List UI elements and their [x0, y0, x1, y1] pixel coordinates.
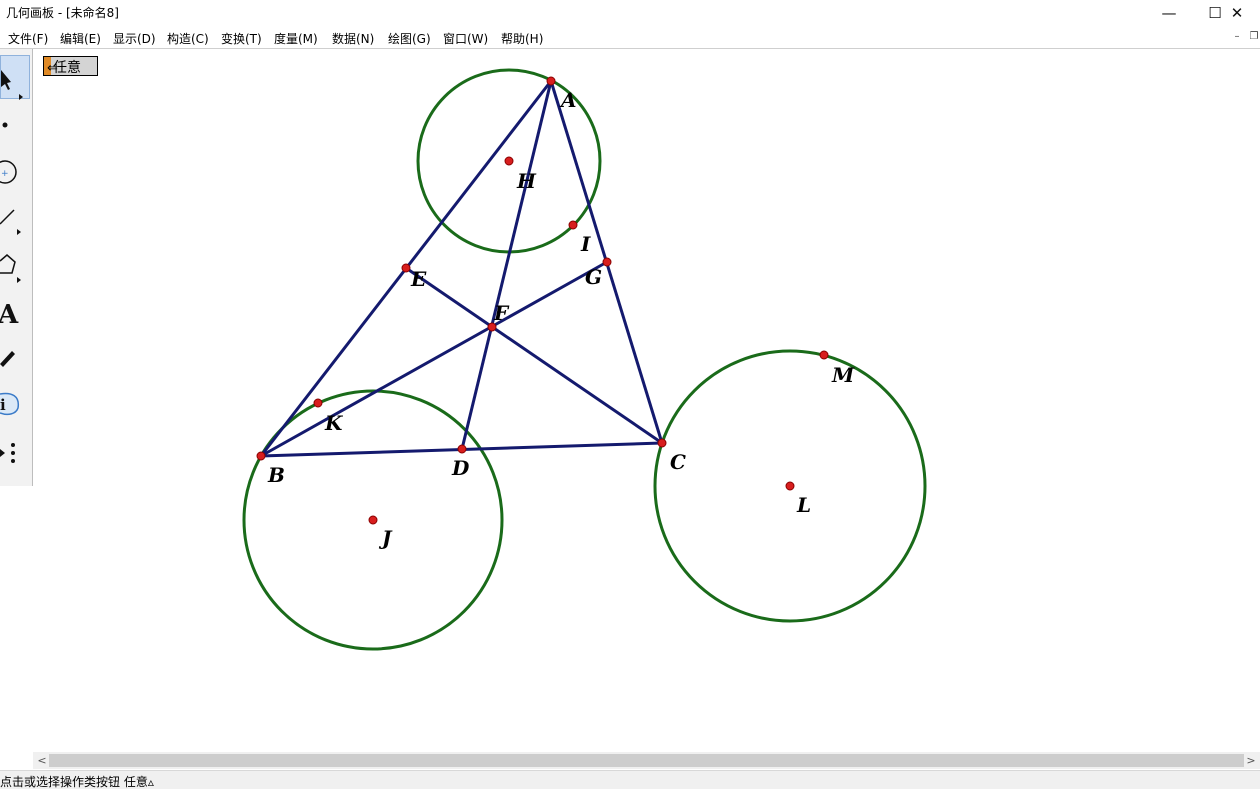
menu-window[interactable]: 窗口(W)	[443, 30, 488, 47]
mdi-restore-button[interactable]: ❐	[1247, 30, 1260, 44]
point-j[interactable]	[368, 515, 378, 525]
point-m[interactable]	[819, 350, 829, 360]
label-d[interactable]: D	[451, 456, 470, 480]
compass-circle-icon: +	[0, 160, 17, 184]
title-bar: 几何画板 - [未命名8] — ☐ ✕	[0, 0, 1260, 26]
menu-file[interactable]: 文件(F)	[8, 30, 48, 47]
action-button-arbitrary[interactable]: ⇐ 任意	[43, 56, 98, 76]
point-b[interactable]	[256, 451, 266, 461]
marker-tool[interactable]	[0, 334, 30, 378]
point-k[interactable]	[313, 398, 323, 408]
point-c[interactable]	[657, 438, 667, 448]
polygon-icon	[0, 254, 21, 283]
action-button-label: 任意	[53, 60, 81, 76]
label-b[interactable]: B	[267, 463, 285, 487]
scroll-left-icon[interactable]: <	[35, 753, 49, 768]
point-h[interactable]	[504, 156, 514, 166]
information-icon: i	[0, 392, 20, 416]
arrow-select-icon	[1, 70, 23, 100]
minimize-icon: —	[1161, 4, 1177, 22]
status-text: 点击或选择操作类按钮 任意▵	[0, 775, 154, 789]
label-e[interactable]: E	[410, 267, 427, 291]
close-icon: ✕	[1230, 4, 1244, 22]
menu-data[interactable]: 数据(N)	[332, 30, 374, 47]
mdi-minimize-button[interactable]: –	[1230, 30, 1244, 44]
scroll-right-icon[interactable]: >	[1244, 753, 1258, 768]
menu-transform[interactable]: 变换(T)	[221, 30, 262, 47]
label-c[interactable]: C	[670, 450, 686, 474]
minimize-button[interactable]: —	[1146, 0, 1192, 26]
menu-measure[interactable]: 度量(M)	[274, 30, 318, 47]
segment-ce[interactable]	[405, 266, 663, 445]
point-a[interactable]	[546, 76, 556, 86]
point-d[interactable]	[457, 444, 467, 454]
close-button[interactable]: ✕	[1214, 0, 1260, 26]
label-k[interactable]: K	[324, 411, 344, 435]
svg-text:A: A	[0, 300, 19, 330]
menu-construct[interactable]: 构造(C)	[167, 30, 209, 47]
information-tool[interactable]: i	[0, 380, 30, 424]
status-bar: 点击或选择操作类按钮 任意▵	[0, 770, 1260, 789]
segment-be[interactable]	[260, 260, 608, 458]
point-tool[interactable]	[0, 103, 30, 147]
sketch-drawing[interactable]: A B C D E F G H I J K L M	[33, 49, 1260, 752]
svg-text:i: i	[0, 396, 6, 414]
point-g[interactable]	[602, 257, 612, 267]
horizontal-scrollbar[interactable]: < >	[33, 752, 1260, 769]
menu-edit[interactable]: 编辑(E)	[60, 30, 101, 47]
text-a-icon: A	[0, 300, 19, 330]
label-m[interactable]: M	[831, 363, 855, 387]
label-h[interactable]: H	[516, 169, 537, 193]
custom-tool-icon	[0, 443, 15, 463]
toolbox: + A i	[0, 49, 33, 486]
point-l[interactable]	[785, 481, 795, 491]
menu-help[interactable]: 帮助(H)	[501, 30, 543, 47]
polygon-tool[interactable]	[0, 241, 30, 285]
straightedge-icon	[0, 209, 21, 235]
label-l[interactable]: L	[796, 493, 811, 517]
arrow-select-tool[interactable]	[0, 55, 30, 100]
menu-graph[interactable]: 绘图(G)	[388, 30, 431, 47]
window-title: 几何画板 - [未命名8]	[6, 6, 119, 20]
label-j[interactable]: J	[378, 526, 393, 550]
menu-display[interactable]: 显示(D)	[113, 30, 156, 47]
custom-tool[interactable]	[0, 433, 30, 477]
point-icon	[2, 122, 8, 128]
marker-pen-icon	[0, 351, 15, 367]
label-g[interactable]: G	[585, 265, 602, 289]
label-a[interactable]: A	[559, 88, 577, 112]
label-f[interactable]: F	[493, 301, 510, 325]
menu-bar: 文件(F) 编辑(E) 显示(D) 构造(C) 变换(T) 度量(M) 数据(N…	[0, 27, 1260, 49]
compass-tool[interactable]: +	[0, 150, 30, 194]
point-e[interactable]	[401, 263, 411, 273]
label-i[interactable]: I	[580, 232, 591, 256]
svg-text:+: +	[1, 169, 9, 179]
straightedge-tool[interactable]	[0, 194, 30, 238]
scrollbar-thumb[interactable]	[49, 754, 1244, 767]
text-tool[interactable]: A	[0, 289, 30, 333]
point-i[interactable]	[568, 220, 578, 230]
sketch-canvas[interactable]: A B C D E F G H I J K L M	[33, 49, 1260, 752]
